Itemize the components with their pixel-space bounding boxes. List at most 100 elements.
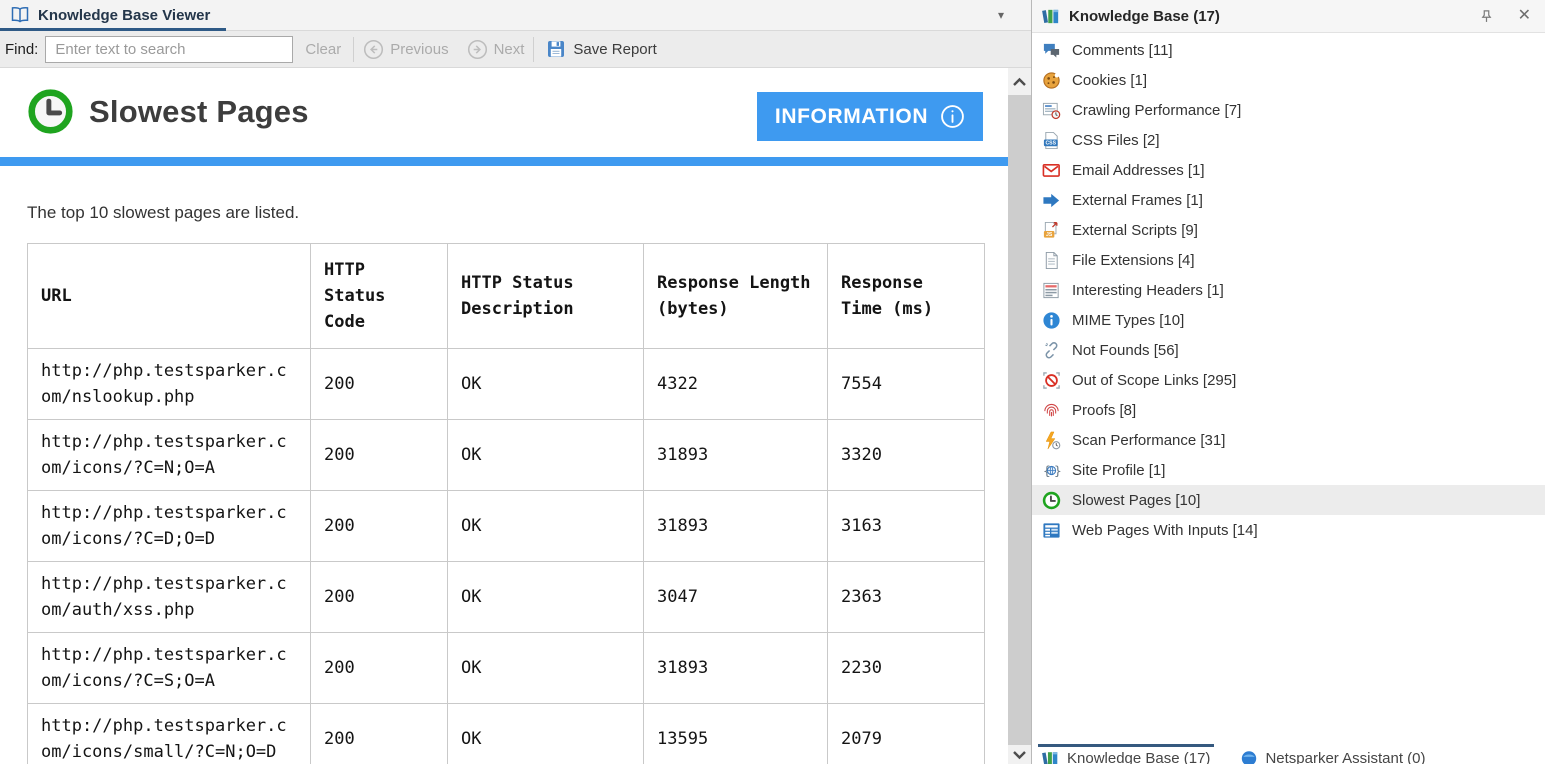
- page-title: Slowest Pages: [89, 94, 309, 130]
- kb-item-label: Not Founds [56]: [1072, 342, 1179, 359]
- previous-button[interactable]: Previous: [363, 39, 448, 60]
- kb-item-interesting-headers[interactable]: Interesting Headers [1]: [1032, 275, 1545, 305]
- cell-status-description: OK: [448, 562, 644, 633]
- pin-icon[interactable]: [1479, 9, 1494, 24]
- scrollbar-thumb[interactable]: [1008, 95, 1031, 745]
- arrow-left-circle-icon: [363, 39, 384, 60]
- external-scripts-icon: JS: [1042, 221, 1061, 240]
- kb-item-external-scripts[interactable]: JS External Scripts [9]: [1032, 215, 1545, 245]
- knowledge-base-panel: Knowledge Base (17) ✕ Comments [11] Cook…: [1031, 0, 1545, 764]
- kb-item-label: Comments [11]: [1072, 42, 1173, 59]
- kb-item-label: Interesting Headers [1]: [1072, 282, 1224, 299]
- kb-item-external-frames[interactable]: External Frames [1]: [1032, 185, 1545, 215]
- slowest-pages-table: URL HTTP Status Code HTTP Status Descrip…: [27, 243, 985, 764]
- kb-item-slowest-pages[interactable]: Slowest Pages [10]: [1032, 485, 1545, 515]
- next-button[interactable]: Next: [467, 39, 525, 60]
- kb-item-scan-performance[interactable]: Scan Performance [31]: [1032, 425, 1545, 455]
- cell-response-time: 3320: [828, 420, 985, 491]
- kb-item-label: File Extensions [4]: [1072, 252, 1195, 269]
- cell-response-length: 31893: [644, 633, 828, 704]
- toolbar-separator: [353, 37, 354, 62]
- kb-item-site-profile[interactable]: {} Site Profile [1]: [1032, 455, 1545, 485]
- save-report-button[interactable]: Save Report: [546, 39, 656, 59]
- kb-item-out-of-scope-links[interactable]: Out of Scope Links [295]: [1032, 365, 1545, 395]
- kb-item-css-files[interactable]: CSS CSS Files [2]: [1032, 125, 1545, 155]
- cell-response-length: 13595: [644, 704, 828, 764]
- kb-item-comments[interactable]: Comments [11]: [1032, 35, 1545, 65]
- web-pages-with-inputs-icon: [1042, 521, 1061, 540]
- kb-item-mime-types[interactable]: MIME Types [10]: [1032, 305, 1545, 335]
- css-file-icon: CSS: [1042, 131, 1061, 150]
- cell-response-time: 2363: [828, 562, 985, 633]
- viewer-pane: Knowledge Base Viewer ▾ Find: Clear Prev…: [0, 0, 1031, 764]
- scroll-down-button[interactable]: [1008, 745, 1031, 764]
- find-toolbar: Find: Clear Previous Next S: [0, 31, 1031, 68]
- table-row: http://php.testsparker.com/icons/?C=N;O=…: [28, 420, 985, 491]
- kb-item-web-pages-with-inputs[interactable]: Web Pages With Inputs [14]: [1032, 515, 1545, 545]
- kb-item-label: Site Profile [1]: [1072, 462, 1165, 479]
- cell-url: http://php.testsparker.com/nslookup.php: [28, 349, 311, 420]
- report-intro-text: The top 10 slowest pages are listed.: [27, 203, 1008, 223]
- table-row: http://php.testsparker.com/auth/xss.php …: [28, 562, 985, 633]
- crawling-performance-icon: [1042, 101, 1061, 120]
- cell-response-length: 31893: [644, 420, 828, 491]
- kb-item-label: External Frames [1]: [1072, 192, 1203, 209]
- cell-url: http://php.testsparker.com/icons/small/?…: [28, 704, 311, 764]
- information-button[interactable]: INFORMATION: [757, 92, 983, 141]
- table-header-row: URL HTTP Status Code HTTP Status Descrip…: [28, 244, 985, 349]
- cell-status-code: 200: [311, 633, 448, 704]
- arrow-right-circle-icon: [467, 39, 488, 60]
- cell-status-description: OK: [448, 704, 644, 764]
- report-table-body: http://php.testsparker.com/nslookup.php …: [28, 349, 985, 764]
- column-header-url: URL: [28, 244, 311, 349]
- kb-item-label: Scan Performance [31]: [1072, 432, 1225, 449]
- cell-status-description: OK: [448, 349, 644, 420]
- information-button-label: INFORMATION: [775, 105, 928, 129]
- report-area: Slowest Pages INFORMATION The top 10 slo…: [0, 68, 1031, 764]
- cell-url: http://php.testsparker.com/icons/?C=N;O=…: [28, 420, 311, 491]
- kb-item-label: CSS Files [2]: [1072, 132, 1160, 149]
- assistant-icon: [1240, 749, 1258, 764]
- kb-item-label: Slowest Pages [10]: [1072, 492, 1200, 509]
- cell-response-time: 2230: [828, 633, 985, 704]
- cell-response-length: 4322: [644, 349, 828, 420]
- kb-item-label: External Scripts [9]: [1072, 222, 1198, 239]
- knowledge-base-viewer-window: Knowledge Base Viewer ▾ Find: Clear Prev…: [0, 0, 1545, 764]
- out-of-scope-icon: [1042, 371, 1061, 390]
- email-icon: [1042, 161, 1061, 180]
- report-content: Slowest Pages INFORMATION The top 10 slo…: [0, 68, 1008, 764]
- kb-item-file-extensions[interactable]: File Extensions [4]: [1032, 245, 1545, 275]
- kb-item-proofs[interactable]: Proofs [8]: [1032, 395, 1545, 425]
- table-row: http://php.testsparker.com/icons/?C=S;O=…: [28, 633, 985, 704]
- column-header-status-description: HTTP Status Description: [448, 244, 644, 349]
- info-circle-icon: [940, 104, 965, 129]
- comments-icon: [1042, 41, 1061, 60]
- tab-netsparker-assistant[interactable]: Netsparker Assistant (0): [1240, 749, 1425, 764]
- table-row: http://php.testsparker.com/icons/?C=D;O=…: [28, 491, 985, 562]
- tab-knowledge-base-viewer[interactable]: Knowledge Base Viewer: [0, 0, 226, 30]
- kb-item-label: Email Addresses [1]: [1072, 162, 1205, 179]
- tab-list-dropdown-icon[interactable]: ▾: [998, 8, 1004, 22]
- cell-response-length: 31893: [644, 491, 828, 562]
- kb-item-crawling-performance[interactable]: Crawling Performance [7]: [1032, 95, 1545, 125]
- cell-status-description: OK: [448, 491, 644, 562]
- close-icon[interactable]: ✕: [1518, 8, 1531, 24]
- column-header-status-code: HTTP Status Code: [311, 244, 448, 349]
- kb-books-icon: [1042, 749, 1060, 764]
- cell-status-code: 200: [311, 420, 448, 491]
- clear-button[interactable]: Clear: [305, 41, 341, 58]
- kb-item-label: Crawling Performance [7]: [1072, 102, 1241, 119]
- tab-knowledge-base[interactable]: Knowledge Base (17): [1042, 749, 1210, 764]
- scroll-up-button[interactable]: [1008, 68, 1031, 95]
- kb-books-icon: [1042, 7, 1061, 26]
- knowledge-base-panel-title: Knowledge Base (17): [1069, 8, 1479, 25]
- kb-list: Comments [11] Cookies [1] Crawling Perfo…: [1032, 33, 1545, 545]
- slowest-pages-clock-icon: [27, 88, 74, 140]
- kb-item-email-addresses[interactable]: Email Addresses [1]: [1032, 155, 1545, 185]
- find-input[interactable]: [45, 36, 293, 63]
- kb-item-not-founds[interactable]: Not Founds [56]: [1032, 335, 1545, 365]
- save-icon: [546, 39, 566, 59]
- report-header: Slowest Pages INFORMATION: [0, 68, 1008, 157]
- cell-status-description: OK: [448, 420, 644, 491]
- kb-item-cookies[interactable]: Cookies [1]: [1032, 65, 1545, 95]
